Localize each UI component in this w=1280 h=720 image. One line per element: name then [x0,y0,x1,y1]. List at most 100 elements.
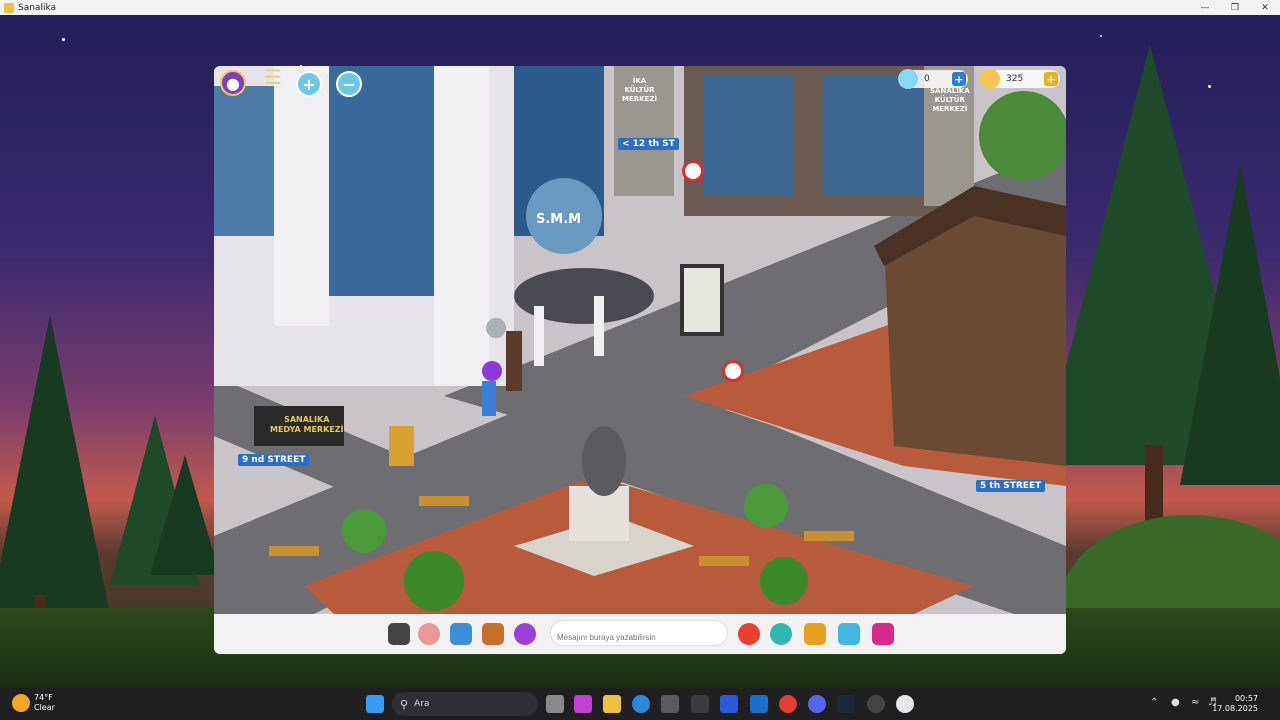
diamond-counter: 0 + [898,69,968,89]
game-map[interactable]: SANALIKA MEDYA MERKEZİ S.M.M İKA KÜLTÜR … [214,66,1066,614]
discord-icon[interactable] [808,695,826,713]
profile-avatar-button[interactable]: ● [220,70,246,96]
bush [404,551,464,611]
dance-icon[interactable] [450,623,472,645]
trophy-icon[interactable] [804,623,826,645]
search-label: Ara [414,699,430,709]
pillar [434,66,489,386]
edge-icon[interactable] [632,695,650,713]
time: 00:57 [1234,694,1258,703]
pillar [274,66,329,326]
microphone-icon[interactable]: ● [1171,697,1180,708]
media-center-sign: SANALIKA MEDYA MERKEZİ [266,414,348,436]
pine-tree [1180,165,1280,485]
island-icon[interactable] [838,623,860,645]
parking-booth [389,426,414,466]
pine-tree [0,315,110,615]
media-center-sign-line-1: SANALIKA [284,415,330,424]
app-icon [4,2,14,13]
culture-sign-right-line-1: SANALIKA [930,87,970,95]
gold-counter: 325 + [980,69,1060,89]
gem-shop-icon[interactable] [872,623,894,645]
glass-facade [824,76,934,196]
search-icon: ⚲ [400,697,409,711]
sanalika-icon[interactable] [896,695,914,713]
culture-sign-left-line-1: İKA [632,77,647,85]
store-icon[interactable] [661,695,679,713]
culture-center-sign-right: SANALIKA KÜLTÜR MERKEZİ [926,86,974,115]
maximize-button[interactable]: ❐ [1220,0,1250,15]
column [594,296,604,356]
start-icon[interactable] [366,695,384,713]
column [534,306,544,366]
steam-icon[interactable] [837,695,855,713]
zoom-out-button[interactable]: − [336,71,362,97]
emotes-icon[interactable] [418,623,440,645]
culture-sign-left-line-2: KÜLTÜR [624,86,655,94]
weather-widget[interactable]: 74°F Clear [12,693,55,713]
outlook-icon[interactable] [750,695,768,713]
chat-toolbar [214,614,1066,654]
alien-avatar-head[interactable] [486,318,506,338]
gold-amount: 325 [1006,74,1024,84]
actions-icon[interactable] [514,623,536,645]
glass-facade [214,86,274,236]
culture-sign-right-line-3: MERKEZİ [932,105,968,113]
street-sign-5th: 5 th STREET [976,480,1046,492]
culture-center-sign-left: İKA KÜLTÜR MERKEZİ [618,76,661,105]
chat-input[interactable] [550,620,728,646]
date: 17.08.2025 [1212,704,1258,713]
glass-facade [704,76,794,196]
minimize-button[interactable]: — [1190,0,1220,15]
app-icon[interactable] [867,695,885,713]
backpack-icon[interactable] [482,623,504,645]
bench [419,496,469,506]
close-button[interactable]: ✕ [1250,0,1280,15]
purple-hair-avatar-head[interactable] [482,361,502,381]
clock[interactable]: 00:57 17.08.2025 [1212,694,1258,714]
bush [342,509,386,553]
no-entry-sign-icon [682,160,704,182]
diamond-amount: 0 [924,74,930,84]
temperature: 74°F [34,693,53,702]
weather-condition: Clear [34,703,55,712]
star [62,38,65,41]
bush [744,484,788,528]
bush [760,557,808,605]
add-diamond-button[interactable]: + [952,72,966,86]
chrome-icon[interactable] [779,695,797,713]
culture-sign-right-line-2: KÜLTÜR [934,96,965,104]
diamond-icon [898,69,918,89]
taskbar-search[interactable]: ⚲ Ara [392,692,538,716]
zoom-in-button[interactable]: + [296,71,322,97]
street-sign-12th: < 12 th ST [618,138,679,150]
avatar-body[interactable] [482,381,496,416]
thinker-statue [582,426,626,496]
speech-bubbles-icon[interactable] [738,623,760,645]
globe-icon[interactable] [770,623,792,645]
window-title: Sanalika [18,2,57,13]
chevron-up-icon[interactable]: ⌃ [1150,697,1158,708]
smm-logo: S.M.M [536,212,582,227]
culture-sign-left-line-3: MERKEZİ [622,95,658,103]
tree [979,91,1066,181]
copilot-icon[interactable] [574,695,592,713]
weather-icon [12,694,30,712]
add-gold-button[interactable]: + [1044,72,1058,86]
game-window: SANALIKA MEDYA MERKEZİ S.M.M İKA KÜLTÜR … [214,66,1066,654]
app-icon[interactable] [691,695,709,713]
avatar-body[interactable] [506,331,522,391]
bench [699,556,749,566]
media-center-sign-line-2: MEDYA MERKEZİ [270,425,344,434]
file-explorer-icon[interactable] [603,695,621,713]
glass-facade [324,66,434,296]
phone-icon[interactable] [388,623,410,645]
task-view-icon[interactable] [546,695,564,713]
street-sign-9nd: 9 nd STREET [238,454,310,466]
editor-icon[interactable] [720,695,738,713]
taskbar: 74°F Clear ⚲ Ara ⌃ ● ≈ ♬ 00:57 17.08.202… [0,688,1280,720]
window-titlebar: Sanalika — ❐ ✕ [0,0,1280,15]
wifi-icon[interactable]: ≈ [1191,697,1199,708]
no-turn-sign-icon [722,360,744,382]
bench [804,531,854,541]
